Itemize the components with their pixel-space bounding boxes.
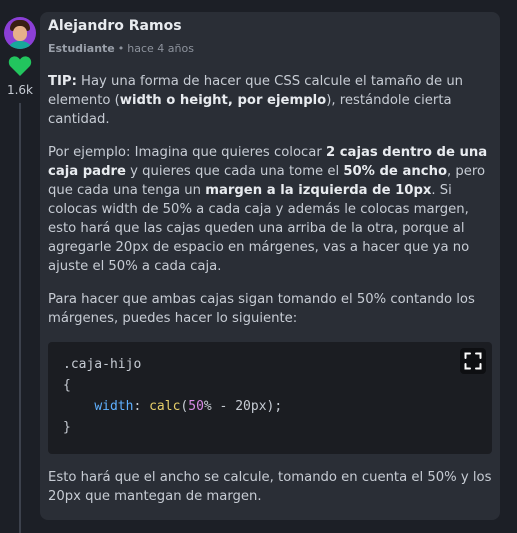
- code-colon: :: [133, 399, 150, 414]
- code-line-selector: .caja-hijo: [63, 357, 142, 372]
- code-rest: % - 20px);: [203, 399, 283, 414]
- code-block: .caja-hijo { width: calc(50% - 20px); }: [48, 342, 492, 454]
- text-run: Para hacer que ambas cajas sigan tomando…: [48, 292, 475, 326]
- avatar-face: [13, 26, 27, 41]
- avatar[interactable]: [4, 17, 36, 49]
- expand-code-button[interactable]: [460, 348, 486, 374]
- author-name[interactable]: Alejandro Ramos: [48, 18, 182, 34]
- comment-card: Alejandro Ramos Estudiante • hace 4 años T…: [40, 12, 500, 520]
- code-line-close-brace: }: [63, 420, 71, 435]
- bold-text: TIP:: [48, 74, 77, 89]
- expand-icon: [464, 352, 482, 370]
- meta-separator: •: [117, 42, 125, 55]
- comment-time: hace 4 años: [127, 42, 194, 55]
- code-line-open-brace: {: [63, 378, 71, 393]
- code-property: width: [94, 399, 134, 414]
- bold-text: 50% de ancho: [343, 164, 448, 179]
- paragraph-closing: Esto hará que el ancho se calcule, toman…: [48, 470, 492, 504]
- code-line-declaration: width: calc(50% - 20px);: [63, 396, 492, 417]
- comment-body: TIP: Hay una forma de hacer que CSS calc…: [48, 72, 494, 520]
- code-function: calc: [149, 399, 181, 414]
- code-number: 50: [188, 399, 204, 414]
- page-right-margin: [500, 0, 517, 533]
- text-run: y quieres que cada una tome el: [125, 164, 344, 179]
- text-run: Por ejemplo: Imagina que quieres colocar: [48, 145, 326, 160]
- paragraph-tip: TIP: Hay una forma de hacer que CSS calc…: [48, 72, 494, 129]
- bold-text: width o height, por ejemplo: [119, 93, 327, 108]
- like-button[interactable]: [8, 55, 32, 77]
- author-role: Estudiante: [48, 42, 115, 55]
- bold-text: margen a la izquierda de 10px: [205, 183, 432, 198]
- heart-icon: [8, 56, 32, 76]
- like-count: 1.6k: [6, 83, 34, 97]
- paragraph-instructions: Para hacer que ambas cajas sigan tomando…: [48, 290, 494, 328]
- comment-meta: Estudiante • hace 4 años: [48, 42, 194, 55]
- thread-line: [19, 103, 21, 533]
- avatar-body: [7, 41, 33, 49]
- comment-left-rail: 1.6k: [0, 0, 40, 533]
- paragraph-example: Por ejemplo: Imagina que quieres colocar…: [48, 143, 494, 276]
